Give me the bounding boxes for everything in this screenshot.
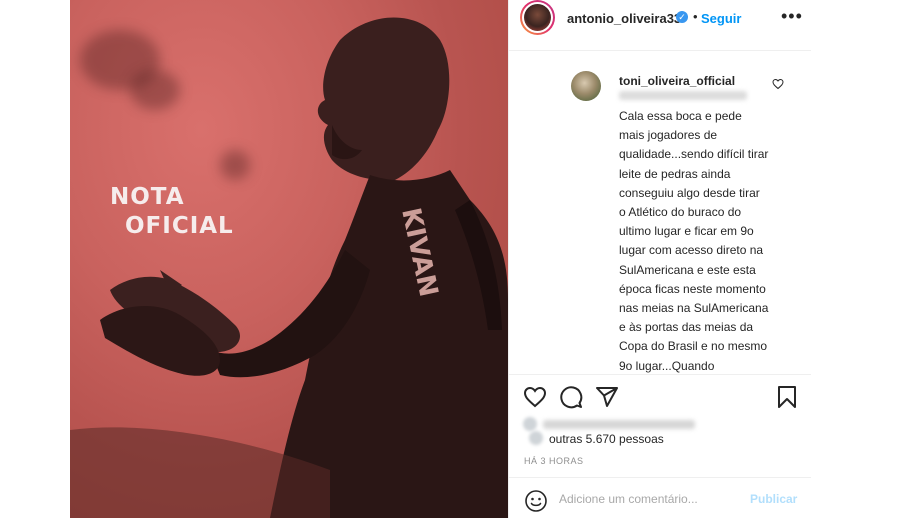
emoji-icon[interactable] <box>524 489 548 513</box>
avatar-photo <box>524 4 551 31</box>
comment-icon[interactable] <box>559 385 583 409</box>
commenter-avatar[interactable] <box>571 71 601 101</box>
blurred-text <box>619 91 747 100</box>
heart-icon[interactable] <box>523 385 547 409</box>
author-username[interactable]: antonio_oliveira33 <box>567 11 681 26</box>
post-image[interactable]: KIVAN NOTA OFICIAL <box>70 0 508 518</box>
liked-by-blurred <box>523 416 703 445</box>
post-sidebar: antonio_oliveira33 ✓ • Seguir ••• toni_o… <box>508 0 811 518</box>
like-comment-heart-icon[interactable] <box>772 78 784 90</box>
commenter-username[interactable]: toni_oliveira_official <box>619 74 735 88</box>
likes-count[interactable]: outras 5.670 pessoas <box>549 432 664 446</box>
verified-badge-icon: ✓ <box>676 11 688 23</box>
liker-name-blurred <box>543 420 695 429</box>
comment-text: Cala essa boca e pede mais jogadores de … <box>619 109 769 373</box>
liker-avatar <box>529 431 543 445</box>
bookmark-icon[interactable] <box>775 385 799 409</box>
divider <box>509 477 811 478</box>
divider <box>509 374 811 375</box>
instagram-post-frame: KIVAN NOTA OFICIAL antonio_oliveira33 ✓ … <box>0 0 920 518</box>
comment-input[interactable] <box>559 492 739 506</box>
coach-silhouette: KIVAN <box>70 17 508 518</box>
image-caption-line2: OFICIAL <box>125 213 234 239</box>
author-avatar[interactable] <box>520 0 555 35</box>
post-timestamp[interactable]: HÁ 3 HORAS <box>524 456 584 466</box>
post-header: antonio_oliveira33 ✓ • Seguir ••• <box>509 0 811 51</box>
follow-button[interactable]: Seguir <box>701 11 741 26</box>
image-caption-text: NOTA OFICIAL <box>110 183 234 241</box>
header-separator: • <box>693 9 698 24</box>
share-icon[interactable] <box>595 385 619 409</box>
ellipsis-icon[interactable]: ••• <box>781 6 803 27</box>
liker-avatar <box>523 417 537 431</box>
image-caption-line1: NOTA <box>110 184 185 210</box>
publish-button[interactable]: Publicar <box>750 492 797 506</box>
